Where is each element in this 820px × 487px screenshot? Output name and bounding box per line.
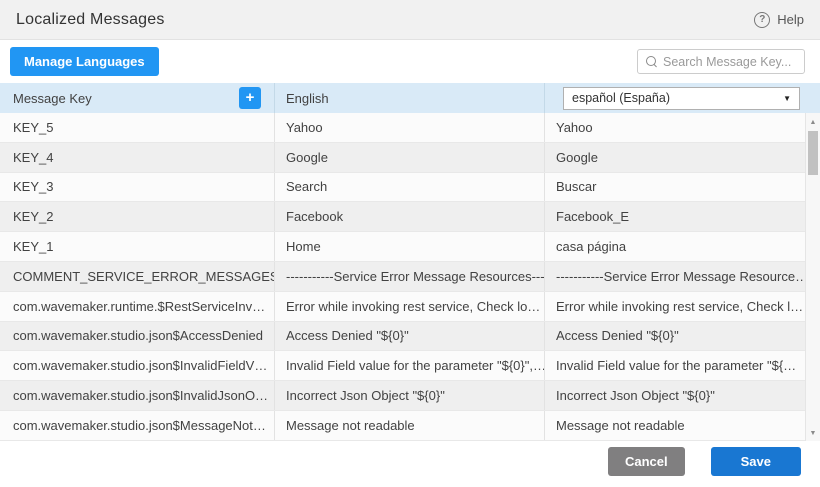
cell-translation[interactable]: casa página: [545, 232, 805, 261]
grid-header: Message Key + English español (España) ▼: [0, 83, 820, 113]
table-row[interactable]: KEY_2 Facebook Facebook_E: [0, 202, 805, 232]
caret-down-icon: ▼: [783, 94, 791, 103]
scroll-down-icon[interactable]: ▼: [806, 430, 820, 437]
cell-translation[interactable]: Incorrect Json Object "${0}": [545, 381, 805, 410]
scrollbar-thumb[interactable]: [808, 131, 818, 175]
cell-english[interactable]: Home: [275, 232, 545, 261]
cell-key[interactable]: com.wavemaker.studio.json$MessageNot…: [0, 411, 275, 440]
column-header-message-key: Message Key +: [0, 83, 275, 113]
cell-key[interactable]: com.wavemaker.studio.json$AccessDenied: [0, 322, 275, 351]
cell-key[interactable]: KEY_2: [0, 202, 275, 231]
table-row[interactable]: KEY_1 Home casa página: [0, 232, 805, 262]
vertical-scrollbar[interactable]: ▲ ▼: [805, 113, 820, 441]
table-row[interactable]: KEY_5 Yahoo Yahoo: [0, 113, 805, 143]
cell-translation[interactable]: Invalid Field value for the parameter "$…: [545, 351, 805, 380]
table-row[interactable]: com.wavemaker.studio.json$InvalidJsonO… …: [0, 381, 805, 411]
cell-key[interactable]: KEY_4: [0, 143, 275, 172]
table-row[interactable]: com.wavemaker.studio.json$MessageNot… Me…: [0, 411, 805, 441]
manage-languages-button[interactable]: Manage Languages: [10, 47, 159, 76]
scroll-up-icon[interactable]: ▲: [806, 119, 820, 126]
cell-english[interactable]: Access Denied "${0}": [275, 322, 545, 351]
cell-english[interactable]: Invalid Field value for the parameter "$…: [275, 351, 545, 380]
cell-translation[interactable]: Error while invoking rest service, Check…: [545, 292, 805, 321]
message-key-header-label: Message Key: [13, 91, 92, 106]
language-select[interactable]: español (España) ▼: [563, 87, 800, 110]
cell-key[interactable]: com.wavemaker.studio.json$InvalidFieldV…: [0, 351, 275, 380]
cell-key[interactable]: KEY_3: [0, 173, 275, 202]
title-bar: Localized Messages ? Help: [0, 0, 820, 40]
localized-messages-dialog: Localized Messages ? Help Manage Languag…: [0, 0, 820, 487]
page-title: Localized Messages: [16, 11, 165, 29]
table-row[interactable]: KEY_3 Search Buscar: [0, 173, 805, 203]
cell-english[interactable]: Incorrect Json Object "${0}": [275, 381, 545, 410]
cell-english[interactable]: Message not readable: [275, 411, 545, 440]
help-link[interactable]: ? Help: [754, 12, 804, 28]
cell-key[interactable]: com.wavemaker.runtime.$RestServiceInv…: [0, 292, 275, 321]
help-label: Help: [777, 12, 804, 27]
cell-english[interactable]: Error while invoking rest service, Check…: [275, 292, 545, 321]
cell-translation[interactable]: Yahoo: [545, 113, 805, 142]
cell-key[interactable]: KEY_1: [0, 232, 275, 261]
cell-translation[interactable]: -----------Service Error Message Resourc…: [545, 262, 805, 291]
column-header-language: español (España) ▼: [545, 83, 805, 113]
english-header-label: English: [286, 91, 329, 106]
add-language-button[interactable]: +: [239, 87, 261, 109]
cancel-button[interactable]: Cancel: [608, 447, 685, 476]
cell-english[interactable]: Search: [275, 173, 545, 202]
cell-english[interactable]: Yahoo: [275, 113, 545, 142]
language-select-value: español (España): [572, 91, 670, 105]
toolbar: Manage Languages: [0, 40, 820, 83]
help-icon: ?: [754, 12, 770, 28]
search-icon: [646, 56, 657, 67]
table-row[interactable]: com.wavemaker.studio.json$AccessDenied A…: [0, 322, 805, 352]
table-row[interactable]: com.wavemaker.studio.json$InvalidFieldV……: [0, 351, 805, 381]
cell-translation[interactable]: Facebook_E: [545, 202, 805, 231]
cell-translation[interactable]: Google: [545, 143, 805, 172]
table-row[interactable]: KEY_4 Google Google: [0, 143, 805, 173]
cell-key[interactable]: COMMENT_SERVICE_ERROR_MESSAGES: [0, 262, 275, 291]
cell-english[interactable]: Facebook: [275, 202, 545, 231]
plus-icon: +: [246, 88, 255, 108]
cell-translation[interactable]: Buscar: [545, 173, 805, 202]
cell-key[interactable]: com.wavemaker.studio.json$InvalidJsonO…: [0, 381, 275, 410]
search-input[interactable]: [663, 55, 796, 69]
cell-key[interactable]: KEY_5: [0, 113, 275, 142]
footer: Cancel Save: [0, 441, 820, 487]
cell-translation[interactable]: Access Denied "${0}": [545, 322, 805, 351]
column-header-english: English: [275, 83, 545, 113]
table-row[interactable]: com.wavemaker.runtime.$RestServiceInv… E…: [0, 292, 805, 322]
cell-translation[interactable]: Message not readable: [545, 411, 805, 440]
cell-english[interactable]: -----------Service Error Message Resourc…: [275, 262, 545, 291]
save-button[interactable]: Save: [711, 447, 801, 476]
search-box[interactable]: [637, 49, 805, 74]
table-row[interactable]: COMMENT_SERVICE_ERROR_MESSAGES ---------…: [0, 262, 805, 292]
cell-english[interactable]: Google: [275, 143, 545, 172]
grid-body: KEY_5 Yahoo Yahoo KEY_4 Google Google KE…: [0, 113, 805, 441]
